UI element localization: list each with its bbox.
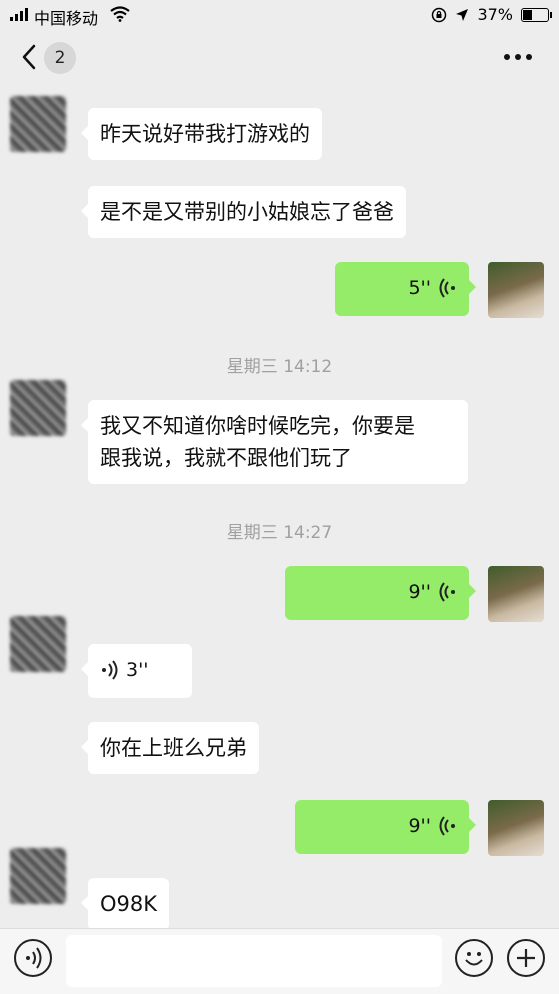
voice-duration: 9'': [408, 815, 431, 837]
contact-avatar[interactable]: [10, 380, 66, 436]
voice-message[interactable]: 5'': [335, 262, 476, 316]
more-options-icon[interactable]: [501, 42, 535, 72]
wifi-icon: [110, 6, 130, 22]
smiley-icon: [465, 952, 483, 966]
plus-button[interactable]: [507, 939, 545, 977]
message-bubble[interactable]: 你在上班么兄弟: [81, 722, 259, 774]
sound-wave-icon: [102, 660, 118, 680]
battery-fill: [523, 9, 532, 20]
orientation-lock-icon: [432, 7, 447, 22]
voice-icon: [26, 947, 42, 969]
sound-wave-icon: [439, 582, 455, 602]
message-bubble[interactable]: O98K: [80, 878, 170, 930]
battery-icon: [521, 7, 552, 22]
message-bubble[interactable]: 我又不知道你啥时候吃完，你要是 跟我说，我就不跟他们玩了: [81, 400, 468, 484]
my-avatar[interactable]: [488, 262, 544, 318]
message-bubble[interactable]: 是不是又带别的小姑娘忘了爸爸: [81, 186, 406, 238]
message-line: 跟我说，我就不跟他们玩了: [100, 446, 352, 470]
my-avatar[interactable]: [488, 800, 544, 856]
battery-percent: 37%: [477, 5, 513, 24]
signal-icon: [10, 8, 28, 21]
location-icon: [456, 8, 469, 21]
contact-avatar[interactable]: [10, 96, 66, 152]
message-bubble[interactable]: 昨天说好带我打游戏的: [81, 108, 322, 160]
timestamp: 星期三 14:27: [226, 523, 333, 543]
status-bar: 中国移动 37%: [0, 0, 559, 30]
sound-wave-icon: [439, 816, 455, 836]
contact-avatar[interactable]: [10, 616, 66, 672]
unread-count-badge[interactable]: 2: [44, 42, 76, 74]
voice-duration: 9'': [408, 581, 431, 603]
message-input[interactable]: [66, 935, 442, 987]
voice-duration: 5'': [408, 277, 431, 299]
message-line: 我又不知道你啥时候吃完，你要是: [100, 414, 415, 438]
voice-message[interactable]: 3'': [81, 644, 192, 698]
voice-duration: 3'': [126, 659, 149, 681]
sound-wave-icon: [439, 278, 455, 298]
contact-avatar[interactable]: [10, 848, 66, 904]
timestamp: 星期三 14:12: [226, 357, 333, 377]
plus-icon: [517, 949, 535, 967]
carrier-name: 中国移动: [34, 9, 99, 28]
nav-bar: 2: [0, 30, 559, 88]
voice-input-button[interactable]: [14, 939, 52, 977]
voice-message[interactable]: 9'': [285, 566, 476, 620]
chat-area[interactable]: 昨天说好带我打游戏的 是不是又带别的小姑娘忘了爸爸 5'' 星期三 14:12 …: [0, 88, 559, 930]
my-avatar[interactable]: [488, 566, 544, 622]
emoji-button[interactable]: [455, 939, 493, 977]
input-bar: [0, 928, 559, 994]
voice-message[interactable]: 9'': [295, 800, 476, 854]
